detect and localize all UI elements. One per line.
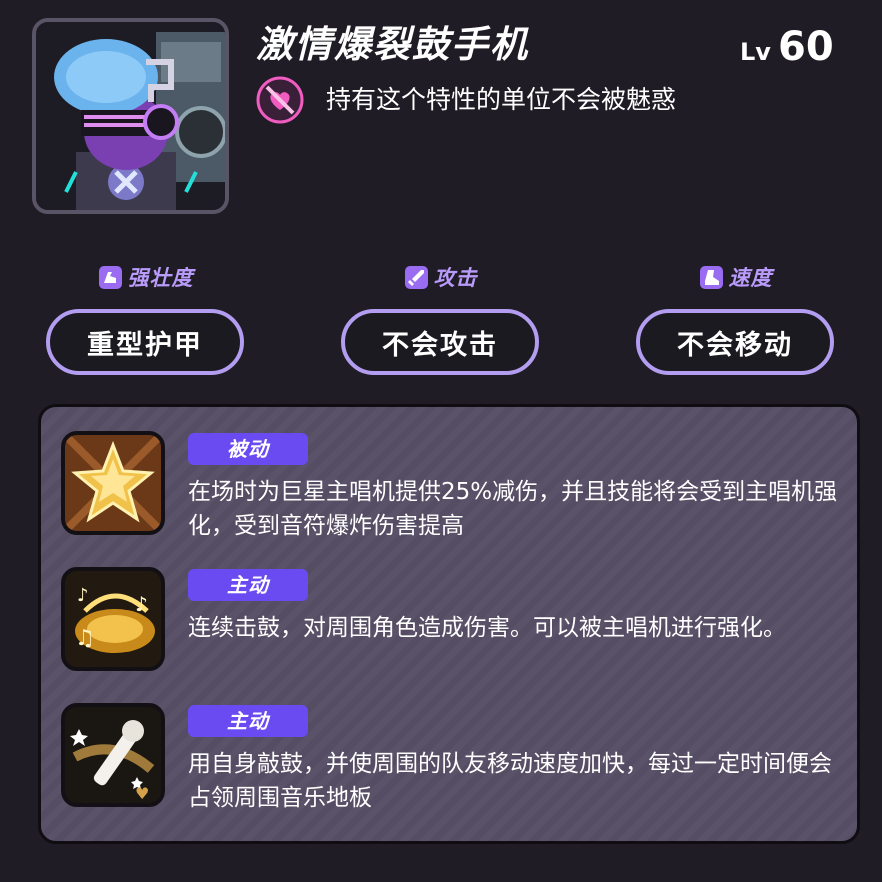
skill-type-badge: 主动 [188,705,308,737]
arm-icon [98,265,122,289]
skill-type-badge: 被动 [188,433,308,465]
svg-text:♫: ♫ [75,626,95,651]
stat-header: 强壮度 [46,262,246,292]
stat-value-pill: 重型护甲 [46,309,244,375]
stat-label: 攻击 [433,266,478,290]
star-icon [61,431,165,535]
skill-description: 用自身敲鼓，并使周围的队友移动速度加快，每过一定时间便会占领周围音乐地板 [188,751,832,811]
boot-icon [699,265,723,289]
svg-text:♪: ♪ [135,592,148,616]
skills-panel: 被动 在场时为巨星主唱机提供25%减伤，并且技能将会受到主唱机强化，受到音符爆炸… [38,404,860,844]
svg-text:♥: ♥ [135,784,149,803]
music-swirl-icon: ♪ ♪ ♫ [61,567,165,671]
unit-name: 激情爆裂鼓手机 [256,23,529,66]
svg-text:♪: ♪ [77,585,89,606]
stat-attack: 攻击 不会攻击 [341,262,541,382]
level-prefix: Lv [740,38,771,66]
stat-value-pill: 不会移动 [636,309,834,375]
drummer-robot-portrait-icon [36,22,225,210]
skill-description: 在场时为巨星主唱机提供25%减伤，并且技能将会受到主唱机强化，受到音符爆炸伤害提… [188,479,838,539]
stat-header: 速度 [636,262,836,292]
stat-label: 强壮度 [127,266,194,290]
unit-portrait [32,18,229,214]
unit-level: Lv 60 [740,24,834,70]
stat-header: 攻击 [341,262,541,292]
no-charm-icon [256,76,304,124]
skill-description: 连续击鼓，对周围角色造成伤害。可以被主唱机进行强化。 [188,615,786,641]
sword-icon [404,265,428,289]
trait-description: 持有这个特性的单位不会被魅惑 [326,85,677,114]
stat-speed: 速度 不会移动 [636,262,836,382]
skill-type-badge: 主动 [188,569,308,601]
level-number: 60 [778,24,834,70]
stat-value-pill: 不会攻击 [341,309,539,375]
stat-toughness: 强壮度 重型护甲 [46,262,246,382]
stat-label: 速度 [728,266,773,290]
microphone-icon: ♥ [61,703,165,807]
